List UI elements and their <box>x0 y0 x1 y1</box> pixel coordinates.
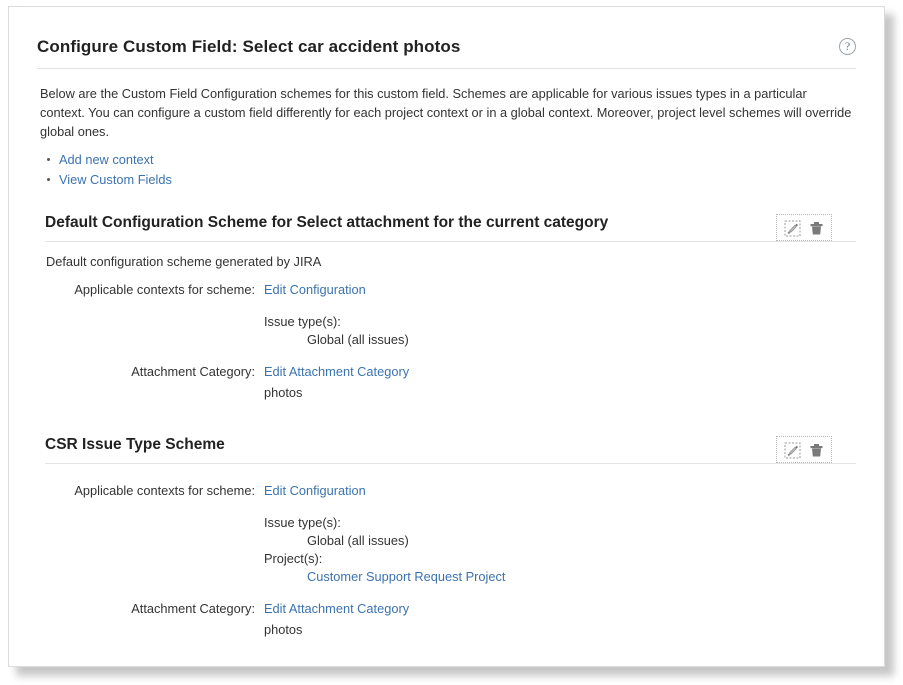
applicable-contexts-label: Applicable contexts for scheme: <box>74 483 255 498</box>
spacer-row <box>37 349 409 363</box>
issue-types-label: Issue type(s): <box>264 314 341 329</box>
edit-attachment-category-link[interactable]: Edit Attachment Category <box>264 601 409 616</box>
attachment-category-label: Attachment Category: <box>131 601 255 616</box>
action-link-list: Add new context View Custom Fields <box>37 151 856 189</box>
attachment-category-label: Attachment Category: <box>131 364 255 379</box>
view-custom-fields-link[interactable]: View Custom Fields <box>59 172 172 187</box>
page-header: Configure Custom Field: Select car accid… <box>37 7 856 69</box>
scheme-operations-toolbar <box>776 436 832 463</box>
scheme-description: Default configuration scheme generated b… <box>46 254 322 269</box>
issue-types-label: Issue type(s): <box>264 515 341 530</box>
projects-label: Project(s): <box>264 551 323 566</box>
edit-configuration-link[interactable]: Edit Configuration <box>264 282 366 297</box>
spacer-row <box>37 586 505 600</box>
list-item: Add new context <box>46 151 856 169</box>
add-new-context-link[interactable]: Add new context <box>59 152 154 167</box>
scheme-block-csr-issue-type: CSR Issue Type Scheme Applicable context… <box>37 436 856 639</box>
table-row: Applicable contexts for scheme: Edit Con… <box>37 281 409 299</box>
scheme-heading: Default Configuration Scheme for Select … <box>45 214 609 231</box>
configure-custom-field-panel: Configure Custom Field: Select car accid… <box>8 6 885 667</box>
help-icon[interactable]: ? <box>839 38 856 55</box>
edit-pencil-icon[interactable] <box>782 218 802 238</box>
attachment-category-value: photos <box>264 622 303 637</box>
scheme-heading: CSR Issue Type Scheme <box>45 436 225 453</box>
scheme-properties-table: Applicable contexts for scheme: Edit Con… <box>37 281 409 402</box>
edit-configuration-link[interactable]: Edit Configuration <box>264 483 366 498</box>
scheme-properties-table: Applicable contexts for scheme: Edit Con… <box>37 482 505 639</box>
edit-pencil-icon[interactable] <box>782 440 802 460</box>
table-row: Issue type(s): Global (all issues) <box>37 313 409 349</box>
page-description: Below are the Custom Field Configuration… <box>40 86 852 139</box>
spacer-row <box>37 500 505 514</box>
scheme-block-default-configuration: Default Configuration Scheme for Select … <box>37 214 856 402</box>
edit-attachment-category-link[interactable]: Edit Attachment Category <box>264 364 409 379</box>
project-link[interactable]: Customer Support Request Project <box>307 569 505 584</box>
table-row: Applicable contexts for scheme: Edit Con… <box>37 482 505 500</box>
scheme-divider <box>45 241 856 242</box>
list-item: View Custom Fields <box>46 171 856 189</box>
issue-types-value: Global (all issues) <box>307 332 409 347</box>
trash-icon[interactable] <box>806 440 826 460</box>
scheme-divider <box>45 463 856 464</box>
scheme-operations-toolbar <box>776 214 832 241</box>
title-divider <box>37 68 856 69</box>
applicable-contexts-label: Applicable contexts for scheme: <box>74 282 255 297</box>
table-row: Issue type(s): Global (all issues) Proje… <box>37 514 505 586</box>
issue-types-value: Global (all issues) <box>307 533 409 548</box>
trash-icon[interactable] <box>806 218 826 238</box>
page-title: Configure Custom Field: Select car accid… <box>37 37 461 56</box>
table-row: Attachment Category: Edit Attachment Cat… <box>37 363 409 402</box>
attachment-category-value: photos <box>264 385 303 400</box>
table-row: Attachment Category: Edit Attachment Cat… <box>37 600 505 639</box>
spacer-row <box>37 299 409 313</box>
